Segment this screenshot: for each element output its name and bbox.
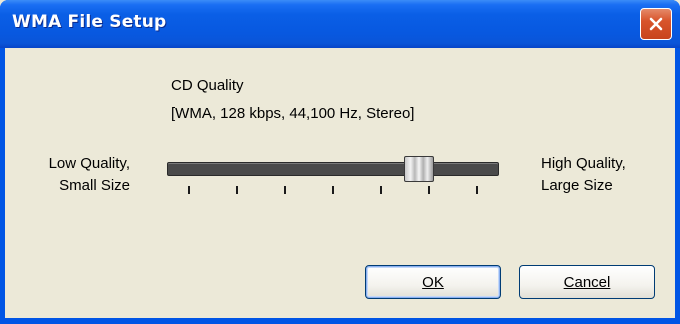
cancel-button[interactable]: Cancel — [519, 265, 655, 299]
quality-description: [WMA, 128 kbps, 44,100 Hz, Stereo] — [171, 105, 415, 122]
slider-tick — [332, 186, 334, 194]
slider-tick — [284, 186, 286, 194]
window-title: WMA File Setup — [12, 12, 167, 32]
slider-tick — [236, 186, 238, 194]
quality-slider[interactable] — [167, 156, 499, 200]
low-quality-label-line1: Low Quality, — [48, 155, 130, 172]
slider-tick — [476, 186, 478, 194]
slider-thumb[interactable] — [404, 156, 435, 182]
dialog-window: WMA File Setup CD Quality [WMA, 128 kbps… — [0, 0, 680, 324]
ok-button[interactable]: OK — [365, 265, 501, 299]
slider-ticks — [167, 186, 499, 196]
quality-name: CD Quality — [171, 77, 244, 94]
close-icon — [648, 16, 664, 32]
slider-tick — [188, 186, 190, 194]
title-bar[interactable]: WMA File Setup — [0, 0, 680, 48]
high-quality-label: High Quality, Large Size — [541, 153, 626, 197]
high-quality-label-line1: High Quality, — [541, 155, 626, 172]
slider-tick — [380, 186, 382, 194]
slider-tick — [428, 186, 430, 194]
dialog-body: CD Quality [WMA, 128 kbps, 44,100 Hz, St… — [5, 48, 675, 318]
cancel-button-label: Cancel — [563, 273, 611, 291]
ok-button-label: OK — [422, 273, 444, 291]
low-quality-label-line2: Small Size — [59, 177, 130, 194]
low-quality-label: Low Quality, Small Size — [49, 153, 130, 197]
high-quality-label-line2: Large Size — [541, 177, 613, 194]
close-button[interactable] — [640, 8, 672, 40]
slider-track[interactable] — [167, 162, 499, 176]
